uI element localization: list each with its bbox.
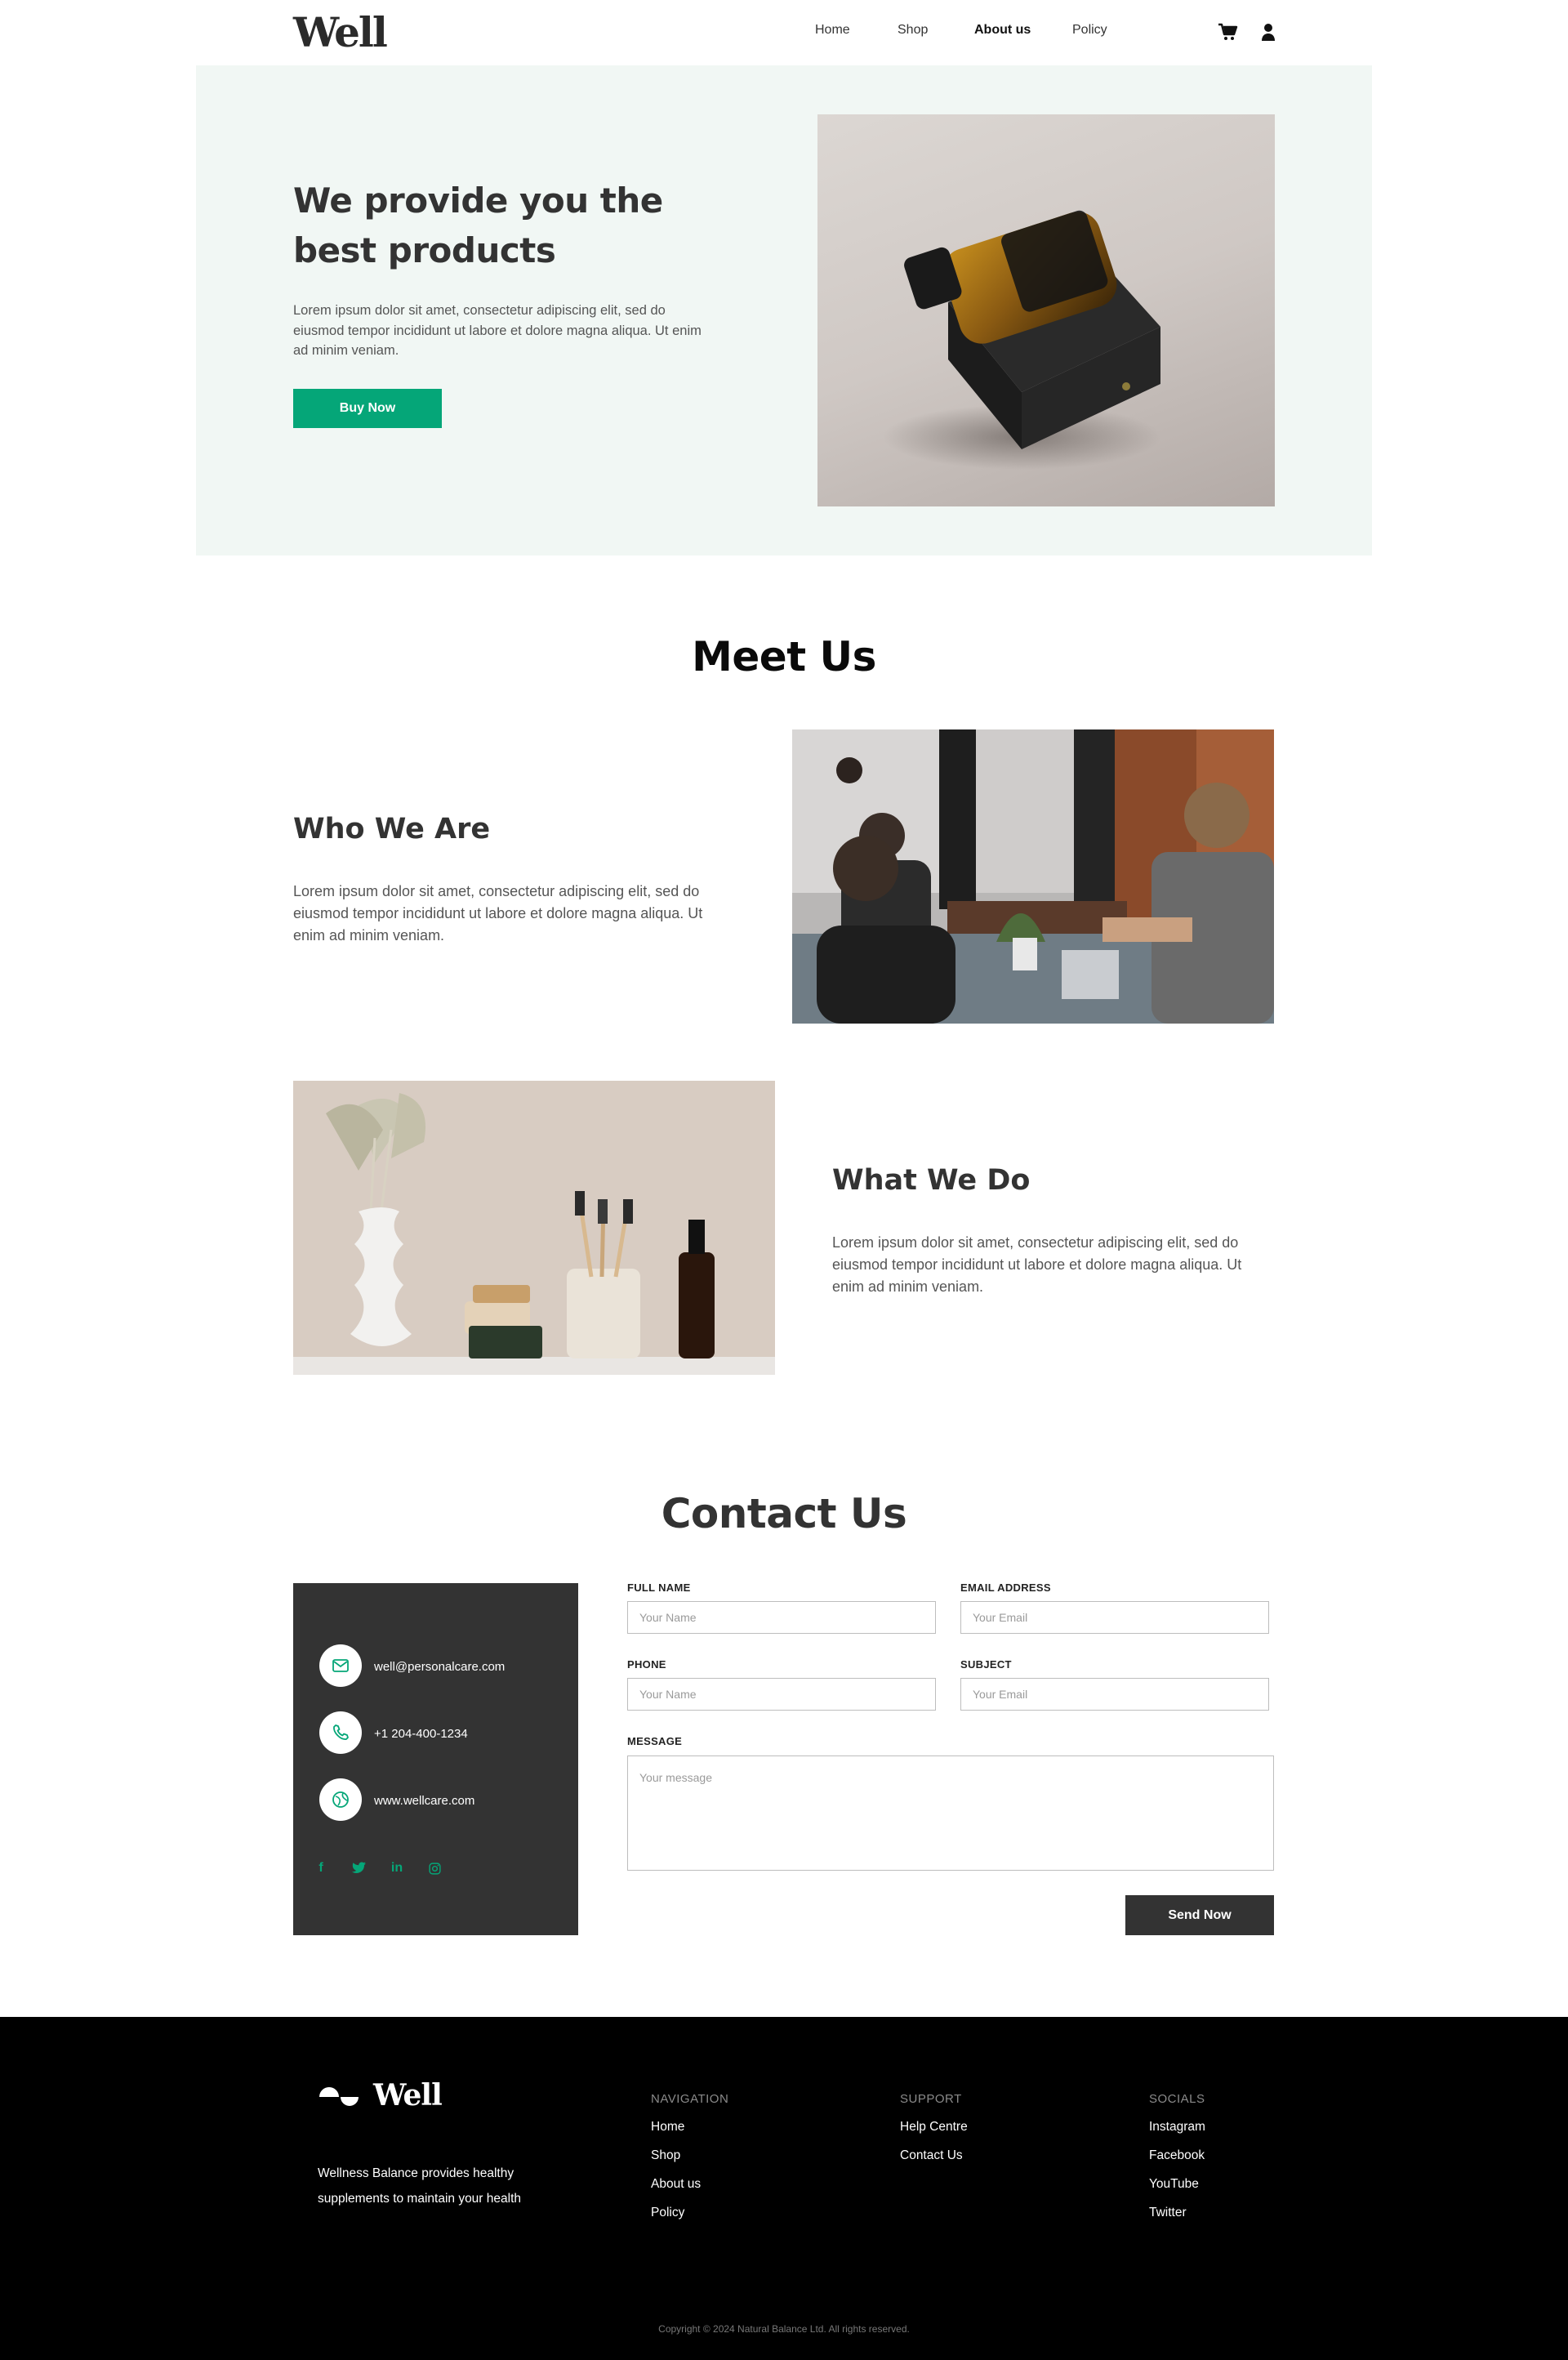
footer-link-contact-us[interactable]: Contact Us [900, 2148, 963, 2163]
email-address-label: EMAIL ADDRESS [960, 1582, 1051, 1594]
nav-home[interactable]: Home [815, 23, 850, 38]
footer-link-home[interactable]: Home [651, 2120, 684, 2135]
team-meeting-image [792, 729, 1274, 1024]
footer-link-policy[interactable]: Policy [651, 2206, 684, 2220]
cart-icon[interactable] [1217, 21, 1238, 42]
footer-link-help-centre[interactable]: Help Centre [900, 2120, 968, 2135]
footer-link-twitter[interactable]: Twitter [1149, 2206, 1187, 2220]
footer-support-heading: SUPPORT [900, 2092, 962, 2106]
message-label: MESSAGE [627, 1735, 683, 1747]
contact-info-card: well@personalcare.com +1 204-400-1234 ww… [293, 1583, 578, 1935]
nav-shop[interactable]: Shop [898, 23, 928, 38]
footer-link-facebook[interactable]: Facebook [1149, 2148, 1205, 2163]
footer-link-youtube[interactable]: YouTube [1149, 2177, 1199, 2192]
contact-us-title: Contact Us [661, 1490, 907, 1537]
what-we-do-text: Lorem ipsum dolor sit amet, consectetur … [832, 1234, 1242, 1295]
full-name-label: FULL NAME [627, 1582, 691, 1594]
contact-phone[interactable]: +1 204-400-1234 [374, 1727, 468, 1741]
contact-email[interactable]: well@personalcare.com [374, 1660, 505, 1674]
footer-link-about-us[interactable]: About us [651, 2177, 701, 2192]
what-we-do-title: What We Do [832, 1164, 1031, 1197]
footer-link-instagram[interactable]: Instagram [1149, 2120, 1205, 2135]
phone-input[interactable] [627, 1678, 936, 1711]
footer-navigation-heading: NAVIGATION [651, 2092, 729, 2106]
hero-title: We provide you the best products [293, 181, 663, 270]
facebook-icon[interactable]: f [312, 1859, 330, 1877]
email-address-input[interactable] [960, 1601, 1269, 1634]
hero-product-image [817, 114, 1275, 506]
twitter-icon[interactable] [350, 1859, 368, 1877]
user-icon[interactable] [1259, 21, 1281, 42]
phone-label: PHONE [627, 1658, 666, 1671]
copyright-text: Copyright © 2024 Natural Balance Ltd. Al… [658, 2323, 910, 2335]
hero-section: We provide you the best products Lorem i… [196, 65, 1372, 555]
linkedin-icon[interactable]: in [388, 1859, 406, 1877]
who-we-are-text: Lorem ipsum dolor sit amet, consectetur … [293, 883, 703, 944]
footer-logo[interactable]: Well [373, 2078, 443, 2112]
who-we-are-title: Who We Are [293, 813, 491, 845]
bathroom-products-image [293, 1081, 775, 1375]
message-textarea[interactable] [627, 1756, 1274, 1871]
nav-about-us[interactable]: About us [974, 23, 1031, 38]
footer-socials-heading: SOCIALS [1149, 2092, 1205, 2106]
instagram-icon[interactable] [425, 1859, 443, 1877]
footer-description: Wellness Balance provides healthy supple… [318, 2166, 522, 2206]
site-logo[interactable]: Well [293, 8, 388, 56]
hero-text: Lorem ipsum dolor sit amet, consectetur … [293, 303, 702, 358]
site-footer: Well Wellness Balance provides healthy s… [0, 2017, 1568, 2360]
buy-now-button[interactable]: Buy Now [293, 389, 442, 428]
logo-mark-icon [318, 2086, 360, 2110]
globe-icon [319, 1778, 362, 1821]
email-icon [319, 1644, 362, 1687]
send-now-button[interactable]: Send Now [1125, 1895, 1274, 1935]
footer-link-shop[interactable]: Shop [651, 2148, 680, 2163]
contact-website[interactable]: www.wellcare.com [374, 1794, 474, 1808]
full-name-input[interactable] [627, 1601, 936, 1634]
site-header: Well Home Shop About us Policy [0, 0, 1568, 65]
nav-policy[interactable]: Policy [1072, 23, 1107, 38]
subject-input[interactable] [960, 1678, 1269, 1711]
phone-icon [319, 1711, 362, 1754]
subject-label: SUBJECT [960, 1658, 1012, 1671]
meet-us-title: Meet Us [692, 633, 876, 680]
